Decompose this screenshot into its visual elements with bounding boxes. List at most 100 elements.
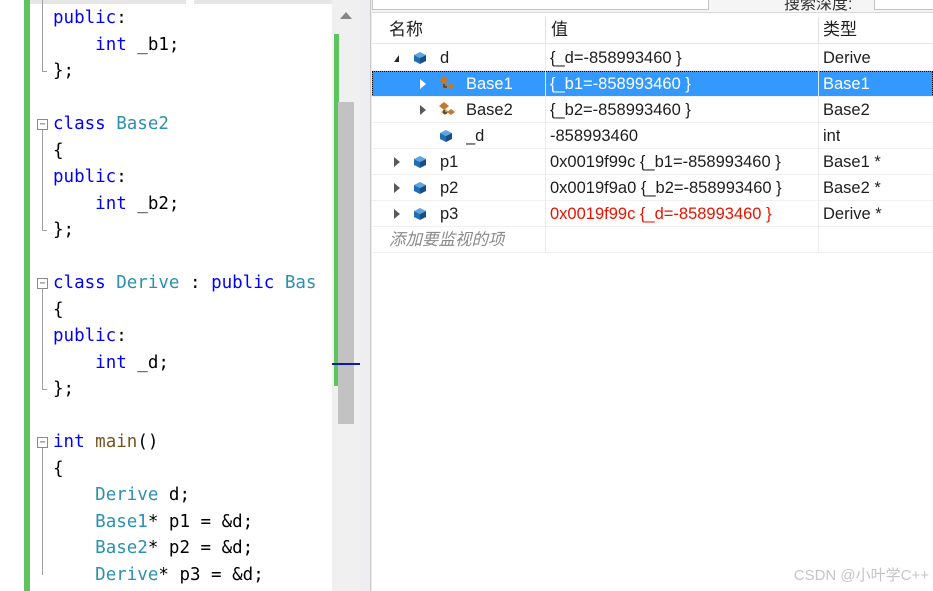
code-token: Derive xyxy=(95,564,159,585)
code-token: { xyxy=(53,458,64,479)
watch-type-cell: Derive xyxy=(823,49,871,67)
watch-value-cell[interactable]: 0x0019f99c {_b1=-858993460 } xyxy=(550,149,814,175)
code-token: }; xyxy=(53,220,75,240)
search-depth-input[interactable] xyxy=(874,0,933,10)
code-line[interactable]: Base1* p1 = &d; xyxy=(53,509,253,535)
column-divider[interactable] xyxy=(545,17,546,43)
code-line[interactable]: public: xyxy=(53,5,127,31)
code-line[interactable]: { xyxy=(53,297,64,323)
code-token: _b2; xyxy=(126,193,180,214)
watch-row-p2[interactable]: p2 0x0019f9a0 {_b2=-858993460 } Base2 * xyxy=(372,175,933,201)
column-header-name[interactable]: 名称 xyxy=(389,17,423,43)
collapsed-arrow-icon[interactable] xyxy=(394,183,400,193)
collapsed-arrow-icon[interactable] xyxy=(394,209,400,219)
code-line[interactable]: Derive* p3 = &d; xyxy=(53,562,264,588)
code-token: : xyxy=(116,167,127,187)
watch-value-cell[interactable]: 0x0019f9a0 {_b2=-858993460 } xyxy=(550,175,814,201)
code-token: int xyxy=(53,432,85,452)
code-token: main xyxy=(95,432,138,452)
add-watch-row[interactable]: 添加要监视的项 xyxy=(372,227,933,253)
code-line[interactable]: { xyxy=(53,138,64,164)
field-icon xyxy=(437,127,457,150)
watch-name-cell: _d xyxy=(466,127,485,145)
code-line[interactable]: int _b1; xyxy=(53,32,179,58)
code-token: Derive xyxy=(95,485,159,505)
editor-vertical-scrollbar[interactable] xyxy=(332,0,360,591)
code-line[interactable]: public: xyxy=(53,164,127,190)
code-line[interactable]: int _b2; xyxy=(53,191,179,217)
watch-value-cell[interactable]: {_b2=-858993460 } xyxy=(550,97,814,123)
watch-row-d[interactable]: _d -858993460 int xyxy=(372,123,933,149)
column-header-type[interactable]: 类型 xyxy=(823,17,857,43)
code-token: _b1; xyxy=(126,34,180,55)
code-line[interactable]: Base2* p2 = &d; xyxy=(53,535,253,561)
selected-row-divider xyxy=(545,71,546,97)
watch-value-cell[interactable]: 0x0019f99c {_d=-858993460 } xyxy=(550,201,814,227)
code-token: * p3 = &d; xyxy=(158,564,264,585)
scrollbar-thumb[interactable] xyxy=(338,102,354,424)
code-token: { xyxy=(53,299,64,320)
code-token: class xyxy=(53,114,106,134)
code-token: _d; xyxy=(126,352,169,373)
expanded-arrow-icon[interactable] xyxy=(394,55,399,62)
column-divider[interactable] xyxy=(818,17,819,43)
code-line[interactable]: public: xyxy=(53,323,127,349)
collapsed-arrow-icon[interactable] xyxy=(420,79,426,89)
code-token: { xyxy=(53,140,64,161)
code-line[interactable]: Derive d; xyxy=(53,482,190,508)
code-editor[interactable]: − − − public: int _b1;}; class Base2{public… xyxy=(0,0,360,591)
code-line[interactable]: class Derive : public Bas xyxy=(53,270,316,296)
pane-splitter[interactable] xyxy=(360,0,372,591)
base-class-icon xyxy=(437,75,457,98)
code-token: d; xyxy=(158,485,190,505)
code-token: : xyxy=(116,326,127,346)
code-line[interactable]: }; xyxy=(53,376,74,402)
code-line[interactable]: int _d; xyxy=(53,350,169,376)
scroll-up-arrow-icon[interactable] xyxy=(340,12,352,19)
watch-name-cell: Base2 xyxy=(466,101,513,119)
watch-row-d[interactable]: d {_d=-858993460 } Derive xyxy=(372,45,933,71)
watch-row-p1[interactable]: p1 0x0019f99c {_b1=-858993460 } Base1 * xyxy=(372,149,933,175)
watch-name-cell: p3 xyxy=(440,205,459,223)
code-line[interactable]: }; xyxy=(53,217,74,243)
watch-type-cell: int xyxy=(823,127,841,145)
code-token: : xyxy=(179,273,212,293)
search-depth-label: 搜索深度: xyxy=(784,0,853,13)
code-token: * p2 = &d; xyxy=(147,538,254,558)
code-line[interactable]: int main() xyxy=(53,429,158,455)
code-token: Base2 xyxy=(116,114,169,134)
watch-value-cell[interactable]: -858993460 xyxy=(550,123,814,149)
code-token: public xyxy=(211,273,275,293)
scrollbar-caret-marker xyxy=(332,363,360,365)
watch-value-cell[interactable]: {_b1=-858993460 } xyxy=(550,71,814,97)
watch-search-box[interactable] xyxy=(372,0,709,10)
code-token: }; xyxy=(53,61,75,81)
column-header-value[interactable]: 值 xyxy=(551,17,568,43)
watch-row-p3[interactable]: p3 0x0019f99c {_d=-858993460 } Derive * xyxy=(372,201,933,227)
watch-type-cell: Base1 xyxy=(823,75,870,93)
watch-value-cell[interactable]: {_d=-858993460 } xyxy=(550,45,814,71)
object-icon xyxy=(411,205,431,228)
code-token: public xyxy=(53,8,117,28)
watch-name-cell: p2 xyxy=(440,179,459,197)
add-watch-placeholder[interactable]: 添加要监视的项 xyxy=(389,227,505,253)
watermark: CSDN @小叶学C++ xyxy=(793,567,929,584)
code-line[interactable]: }; xyxy=(53,58,74,84)
watch-row-Base1[interactable]: Base1 {_b1=-858993460 } Base1 xyxy=(372,71,933,97)
code-line[interactable]: class Base2 xyxy=(53,111,169,137)
watch-type-cell: Base1 * xyxy=(823,153,881,171)
collapsed-arrow-icon[interactable] xyxy=(420,105,426,115)
code-line[interactable]: { xyxy=(53,456,64,482)
code-area[interactable]: public: int _b1;}; class Base2 { public: in… xyxy=(0,0,332,591)
watch-row-Base2[interactable]: Base2 {_b2=-858993460 } Base2 xyxy=(372,97,933,123)
object-icon xyxy=(411,179,431,202)
collapsed-arrow-icon[interactable] xyxy=(394,157,400,167)
